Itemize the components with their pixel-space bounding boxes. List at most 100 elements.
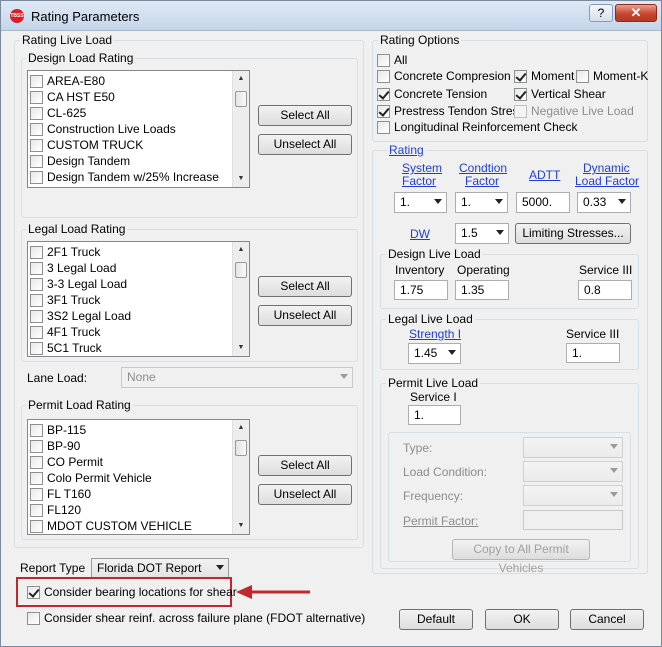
- scroll-up-icon[interactable]: ▲: [233, 71, 249, 87]
- scroll-up-icon[interactable]: ▲: [233, 242, 249, 258]
- checkbox[interactable]: [30, 325, 43, 339]
- legal-load-list[interactable]: 2F1 Truck 3 Legal Load 3-3 Legal Load 3F…: [27, 241, 250, 357]
- list-item[interactable]: CA HST E50: [30, 89, 115, 105]
- scroll-down-icon[interactable]: ▼: [233, 340, 249, 356]
- checkbox[interactable]: [30, 309, 43, 323]
- checkbox[interactable]: [30, 487, 43, 501]
- scrollbar[interactable]: ▲ ▼: [232, 71, 249, 187]
- negative-live-load-checkbox[interactable]: Negative Live Load: [514, 103, 634, 119]
- system-factor-link-l1[interactable]: System: [402, 161, 442, 175]
- checkbox[interactable]: [30, 423, 43, 437]
- checkbox[interactable]: [30, 74, 43, 88]
- system-factor-link-l2[interactable]: Factor: [402, 174, 436, 188]
- legal-service-iii-input[interactable]: 1.: [566, 343, 620, 363]
- scroll-down-icon[interactable]: ▼: [233, 171, 249, 187]
- checkbox[interactable]: [30, 245, 43, 259]
- concrete-compression-checkbox[interactable]: Concrete Compresion: [377, 68, 511, 84]
- consider-shear-reinf-checkbox[interactable]: Consider shear reinf. across failure pla…: [27, 610, 365, 626]
- lane-load-dropdown[interactable]: None: [121, 367, 353, 388]
- list-item[interactable]: Colo Permit Vehicle: [30, 470, 152, 486]
- design-unselect-all-button[interactable]: Unselect All: [258, 134, 352, 155]
- prestress-tendon-checkbox[interactable]: Prestress Tendon Stress: [377, 103, 525, 119]
- legal-select-all-button[interactable]: Select All: [258, 276, 352, 297]
- scrollbar[interactable]: ▲ ▼: [232, 420, 249, 534]
- list-item[interactable]: Design Tandem w/25% Increase: [30, 169, 219, 185]
- checkbox[interactable]: [30, 519, 43, 533]
- dw-link[interactable]: DW: [410, 227, 430, 241]
- close-button[interactable]: ✕: [615, 4, 657, 22]
- condition-factor-dropdown[interactable]: 1.: [455, 192, 508, 213]
- list-item[interactable]: BP-90: [30, 438, 80, 454]
- permit-factor-input[interactable]: [523, 510, 623, 530]
- checkbox[interactable]: [30, 471, 43, 485]
- scrollbar[interactable]: ▲ ▼: [232, 242, 249, 356]
- vertical-shear-checkbox[interactable]: Vertical Shear: [514, 86, 606, 102]
- design-select-all-button[interactable]: Select All: [258, 105, 352, 126]
- list-item[interactable]: CUSTOM TRUCK: [30, 137, 143, 153]
- strength-i-dropdown[interactable]: 1.45: [408, 343, 461, 364]
- list-item[interactable]: 3F1 Truck: [30, 292, 100, 308]
- copy-to-all-permit-button[interactable]: Copy to All Permit Vehicles: [452, 539, 590, 575]
- checkbox[interactable]: [30, 122, 43, 136]
- scroll-thumb[interactable]: [235, 440, 247, 456]
- list-item[interactable]: AREA-E80: [30, 73, 105, 89]
- operating-input[interactable]: 1.35: [455, 280, 509, 300]
- checkbox[interactable]: [30, 154, 43, 168]
- checkbox[interactable]: [30, 455, 43, 469]
- default-button[interactable]: Default: [399, 609, 473, 630]
- list-item[interactable]: 4F1 Truck: [30, 324, 100, 340]
- list-item[interactable]: MDOT CUSTOM VEHICLE: [30, 518, 192, 534]
- list-item[interactable]: 2F1 Truck: [30, 244, 100, 260]
- checkbox[interactable]: [27, 585, 40, 599]
- checkbox[interactable]: [30, 439, 43, 453]
- list-item[interactable]: BP-115: [30, 422, 86, 438]
- load-condition-dropdown[interactable]: [523, 461, 623, 482]
- list-item[interactable]: 3S2 Legal Load: [30, 308, 131, 324]
- moment-k-checkbox[interactable]: Moment-K: [576, 68, 648, 84]
- checkbox[interactable]: [27, 611, 40, 625]
- scroll-up-icon[interactable]: ▲: [233, 420, 249, 436]
- list-item[interactable]: FL T160: [30, 486, 91, 502]
- checkbox[interactable]: [30, 90, 43, 104]
- dynamic-load-factor-dropdown[interactable]: 0.33: [577, 192, 631, 213]
- longitudinal-reinf-checkbox[interactable]: Longitudinal Reinforcement Check: [377, 119, 577, 135]
- legal-unselect-all-button[interactable]: Unselect All: [258, 305, 352, 326]
- checkbox[interactable]: [30, 293, 43, 307]
- permit-service-i-input[interactable]: 1.: [408, 405, 461, 425]
- ok-button[interactable]: OK: [485, 609, 559, 630]
- list-item[interactable]: CL-625: [30, 105, 86, 121]
- checkbox[interactable]: [30, 138, 43, 152]
- adtt-link[interactable]: ADTT: [529, 168, 560, 182]
- scroll-down-icon[interactable]: ▼: [233, 518, 249, 534]
- dw-dropdown[interactable]: 1.5: [455, 223, 509, 244]
- moment-checkbox[interactable]: Moment: [514, 68, 574, 84]
- permit-factor-link[interactable]: Permit Factor:: [403, 514, 478, 528]
- permit-load-list[interactable]: BP-115 BP-90 CO Permit Colo Permit Vehic…: [27, 419, 250, 535]
- list-item[interactable]: CO Permit: [30, 454, 103, 470]
- system-factor-dropdown[interactable]: 1.: [394, 192, 447, 213]
- checkbox[interactable]: [30, 341, 43, 355]
- scroll-thumb[interactable]: [235, 91, 247, 107]
- all-checkbox[interactable]: All: [377, 52, 407, 68]
- report-type-dropdown[interactable]: Florida DOT Report: [91, 558, 229, 579]
- list-item[interactable]: 3-3 Legal Load: [30, 276, 127, 292]
- limiting-stresses-button[interactable]: Limiting Stresses...: [515, 223, 631, 244]
- scroll-thumb[interactable]: [235, 262, 247, 278]
- checkbox[interactable]: [30, 503, 43, 517]
- inventory-input[interactable]: 1.75: [394, 280, 448, 300]
- list-item[interactable]: 5C1 Truck: [30, 340, 102, 356]
- list-item[interactable]: 3 Legal Load: [30, 260, 116, 276]
- list-item[interactable]: Design Tandem: [30, 153, 130, 169]
- checkbox[interactable]: [30, 277, 43, 291]
- list-item[interactable]: FL120: [30, 502, 81, 518]
- cancel-button[interactable]: Cancel: [570, 609, 644, 630]
- service-iii-input[interactable]: 0.8: [578, 280, 632, 300]
- checkbox[interactable]: [30, 106, 43, 120]
- checkbox[interactable]: [30, 170, 43, 184]
- checkbox[interactable]: [30, 261, 43, 275]
- design-load-list[interactable]: AREA-E80 CA HST E50 CL-625 Construction …: [27, 70, 250, 188]
- adtt-input[interactable]: 5000.: [516, 192, 570, 213]
- dynamic-load-factor-link-l2[interactable]: Load Factor: [575, 174, 639, 188]
- list-item[interactable]: Construction Live Loads: [30, 121, 176, 137]
- permit-unselect-all-button[interactable]: Unselect All: [258, 484, 352, 505]
